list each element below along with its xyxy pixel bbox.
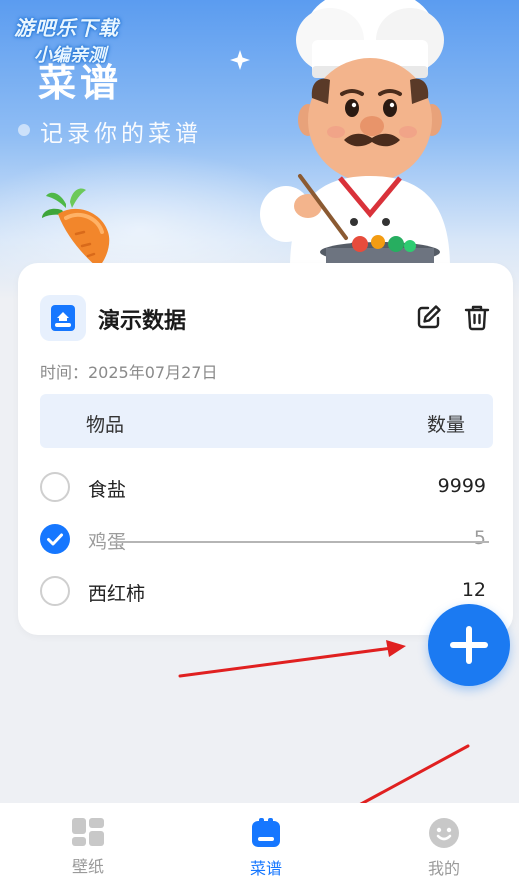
watermark: 游吧乐下载 小编亲测	[14, 12, 119, 67]
checkbox-checked[interactable]	[40, 524, 70, 554]
recipe-title: 演示数据	[98, 309, 187, 334]
table-row[interactable]: 食盐 9999	[40, 468, 493, 508]
checkbox-unchecked[interactable]	[40, 576, 70, 606]
tab-wallpaper[interactable]: 壁纸	[28, 803, 148, 886]
table-row[interactable]: 鸡蛋 5	[40, 520, 493, 560]
row-item-quantity: 12	[461, 579, 486, 601]
recipe-book-icon	[252, 818, 280, 847]
tab-recipe[interactable]: 菜谱	[206, 803, 326, 886]
watermark-line2: 小编亲测	[34, 45, 106, 66]
row-item-quantity: 5	[473, 527, 486, 549]
table-row[interactable]: 西红柿 12	[40, 572, 493, 612]
tab-label: 壁纸	[71, 857, 104, 876]
column-header-item: 物品	[86, 414, 125, 436]
tab-label: 我的	[427, 859, 460, 878]
chef-illustration	[260, 0, 450, 268]
hero-dot	[18, 124, 30, 136]
strikethrough-line	[114, 541, 489, 543]
watermark-line1: 游吧乐下载	[14, 16, 119, 40]
plus-icon-vertical	[466, 626, 472, 664]
table-header: 物品 数量	[40, 394, 493, 448]
column-header-quantity: 数量	[426, 414, 465, 436]
row-item-name: 西红柿	[88, 583, 146, 605]
row-item-quantity: 9999	[437, 475, 486, 497]
page-subtitle: 记录你的菜谱	[40, 121, 202, 147]
check-icon	[47, 533, 63, 546]
book-icon-wrap	[40, 295, 86, 341]
smiley-icon	[429, 818, 459, 848]
add-recipe-button[interactable]	[428, 604, 510, 686]
grid-icon	[72, 818, 104, 846]
tab-profile[interactable]: 我的	[384, 803, 504, 886]
bottom-tab-bar: 壁纸 菜谱 我的	[0, 803, 519, 886]
edit-icon[interactable]	[415, 303, 443, 331]
sparkle-icon	[230, 50, 250, 70]
tab-label: 菜谱	[249, 859, 282, 878]
annotation-arrow-fab	[178, 640, 406, 678]
carrot-illustration	[42, 188, 110, 268]
checkbox-unchecked[interactable]	[40, 472, 70, 502]
recipe-time: 时间：2025年07月27日	[40, 363, 218, 382]
book-icon	[51, 305, 75, 331]
trash-icon[interactable]	[463, 303, 491, 331]
row-item-name: 食盐	[88, 479, 127, 501]
recipe-card[interactable]: 演示数据 时间：2025年07月27日 物品 数量 食盐 9999 鸡蛋 5 西…	[18, 263, 513, 635]
